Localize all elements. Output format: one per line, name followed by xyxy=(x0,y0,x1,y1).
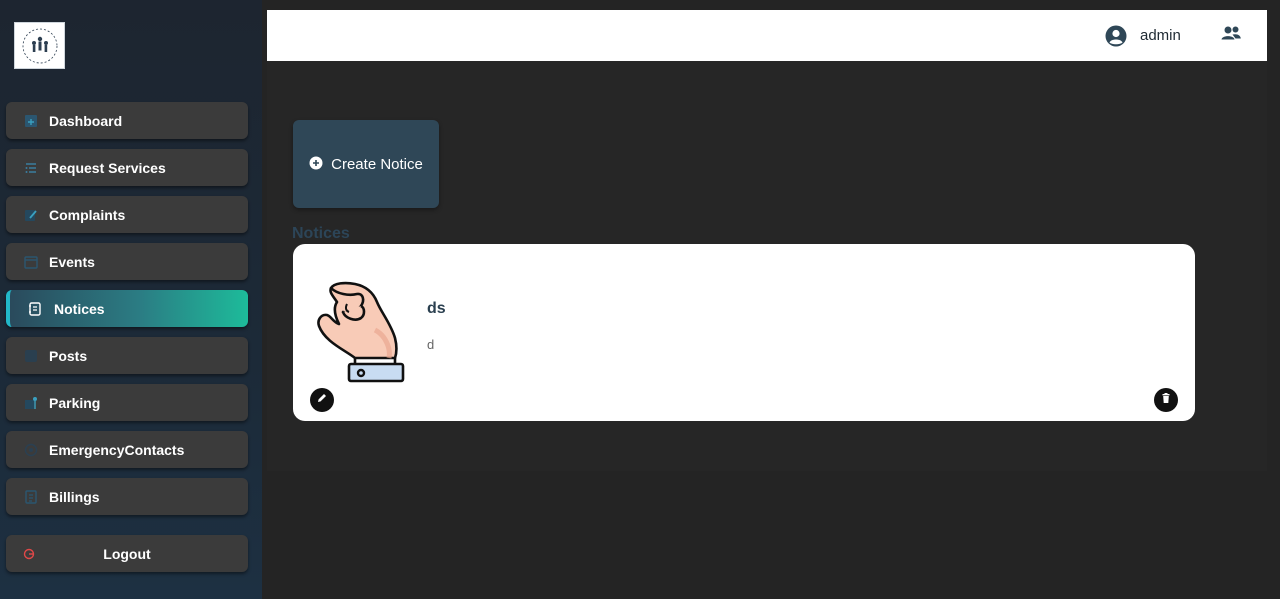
edit-notice-button[interactable] xyxy=(310,388,334,412)
sidebar-item-parking[interactable]: Parking xyxy=(6,384,248,421)
pencil-icon xyxy=(316,391,328,409)
delete-notice-button[interactable] xyxy=(1154,388,1178,412)
sidebar-item-dashboard[interactable]: Dashboard xyxy=(6,102,248,139)
sidebar-item-label: Events xyxy=(49,253,95,270)
sidebar-item-billings[interactable]: Billings xyxy=(6,478,248,515)
plus-circle-icon xyxy=(309,156,323,170)
notice-body: d xyxy=(427,337,435,352)
users-group-icon[interactable] xyxy=(1220,24,1242,44)
notice-card: ds d xyxy=(293,244,1195,421)
sidebar-item-complaints[interactable]: Complaints xyxy=(6,196,248,233)
community-logo-icon xyxy=(22,28,57,63)
section-title: Notices xyxy=(292,225,350,242)
sidebar-item-label: Notices xyxy=(54,300,105,317)
notice-title: ds xyxy=(427,300,446,317)
parking-icon xyxy=(24,396,38,410)
create-notice-label: Create Notice xyxy=(331,155,423,173)
user-avatar-icon[interactable] xyxy=(1105,25,1127,47)
dashboard-icon xyxy=(24,114,38,128)
sidebar: Dashboard Request Services Complaints Ev… xyxy=(0,0,262,599)
pinch-hand-icon xyxy=(315,280,407,384)
sidebar-item-label: EmergencyContacts xyxy=(49,441,185,458)
community-logo[interactable] xyxy=(14,22,65,69)
billing-icon xyxy=(24,489,38,504)
contacts-icon xyxy=(24,443,38,457)
sidebar-item-label: Posts xyxy=(49,347,88,364)
calendar-icon xyxy=(24,255,38,269)
sidebar-item-events[interactable]: Events xyxy=(6,243,248,280)
sidebar-item-label: Parking xyxy=(49,394,101,411)
sidebar-item-label: Dashboard xyxy=(49,112,123,129)
trash-icon xyxy=(1160,391,1172,409)
sidebar-item-posts[interactable]: Posts xyxy=(6,337,248,374)
sidebar-item-request-services[interactable]: Request Services xyxy=(6,149,248,186)
sidebar-item-label: Complaints xyxy=(49,206,126,223)
notice-icon xyxy=(28,301,42,316)
top-header: admin xyxy=(267,10,1267,61)
sidebar-item-emergency-contacts[interactable]: EmergencyContacts xyxy=(6,431,248,468)
posts-icon xyxy=(24,349,38,363)
logout-label: Logout xyxy=(103,545,151,562)
create-notice-button[interactable]: Create Notice xyxy=(293,120,439,208)
logout-button[interactable]: Logout xyxy=(6,535,248,572)
user-name[interactable]: admin xyxy=(1140,27,1181,44)
edit-note-icon xyxy=(24,208,38,222)
sidebar-item-label: Request Services xyxy=(49,159,166,176)
list-icon xyxy=(24,161,38,175)
sidebar-item-label: Billings xyxy=(49,488,100,505)
sidebar-item-notices[interactable]: Notices xyxy=(6,290,248,327)
